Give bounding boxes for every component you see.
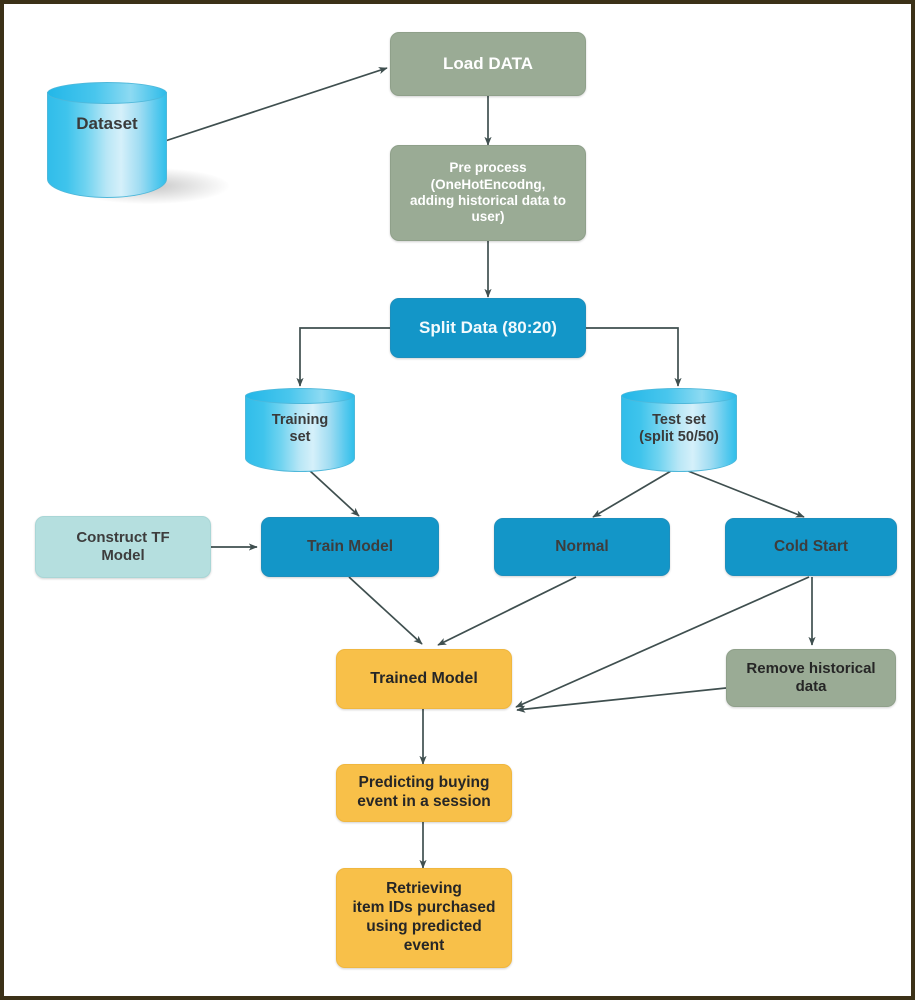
edge-test-set-to-normal: [592, 470, 672, 518]
node-dataset[interactable]: Dataset: [47, 82, 229, 204]
node-training-set[interactable]: Training set: [245, 388, 355, 472]
node-label: Cold Start: [773, 537, 849, 555]
cylinder-top: [245, 388, 355, 404]
node-cold-start[interactable]: Cold Start: [725, 518, 897, 576]
node-label: Retrieving item IDs purchased using pred…: [352, 880, 496, 954]
node-label: Remove historical data: [746, 659, 876, 695]
node-predicting-buying-event[interactable]: Predicting buying event in a session: [336, 764, 512, 822]
node-test-set[interactable]: Test set (split 50/50): [621, 388, 737, 472]
node-label: Split Data (80:20): [419, 317, 557, 337]
edge-split-data-to-training-set: [296, 327, 390, 387]
edge-dataset-to-load-data: [155, 67, 388, 145]
node-load-data[interactable]: Load DATA: [390, 32, 586, 96]
node-retrieving-item-ids[interactable]: Retrieving item IDs purchased using pred…: [336, 868, 512, 968]
edge-test-set-to-cold-start: [687, 470, 805, 518]
node-label: Normal: [555, 537, 609, 555]
node-label: Load DATA: [442, 53, 534, 73]
edge-train-model-to-trained-model: [348, 576, 423, 645]
node-label: Construct TF Model: [76, 528, 170, 564]
node-normal[interactable]: Normal: [494, 518, 670, 576]
node-construct-tf-model[interactable]: Construct TF Model: [35, 516, 211, 578]
node-remove-historical-data[interactable]: Remove historical data: [726, 649, 896, 707]
node-label: Train Model: [306, 537, 394, 555]
node-split-data[interactable]: Split Data (80:20): [390, 298, 586, 358]
flowchart-canvas: Dataset Load DATA Pre process (OneHotEnc…: [0, 0, 915, 1000]
cylinder-top: [621, 388, 737, 404]
cylinder-body: [47, 92, 167, 198]
edge-training-set-to-train-model: [308, 469, 360, 517]
node-label: Predicting buying event in a session: [357, 774, 491, 810]
edge-normal-to-trained-model: [437, 576, 577, 646]
node-label: Trained Model: [370, 670, 478, 688]
node-train-model[interactable]: Train Model: [261, 517, 439, 577]
node-trained-model[interactable]: Trained Model: [336, 649, 512, 709]
edge-remove-historical-data-to-trained-model: [516, 687, 727, 713]
node-label: Test set (split 50/50): [639, 411, 719, 445]
node-label: Training set: [271, 411, 329, 445]
node-pre-process[interactable]: Pre process (OneHotEncodng, adding histo…: [390, 145, 586, 241]
node-label: Dataset: [76, 114, 138, 134]
edge-split-data-to-test-set: [585, 327, 682, 387]
node-label: Pre process (OneHotEncodng, adding histo…: [409, 160, 566, 225]
cylinder-top: [47, 82, 167, 105]
